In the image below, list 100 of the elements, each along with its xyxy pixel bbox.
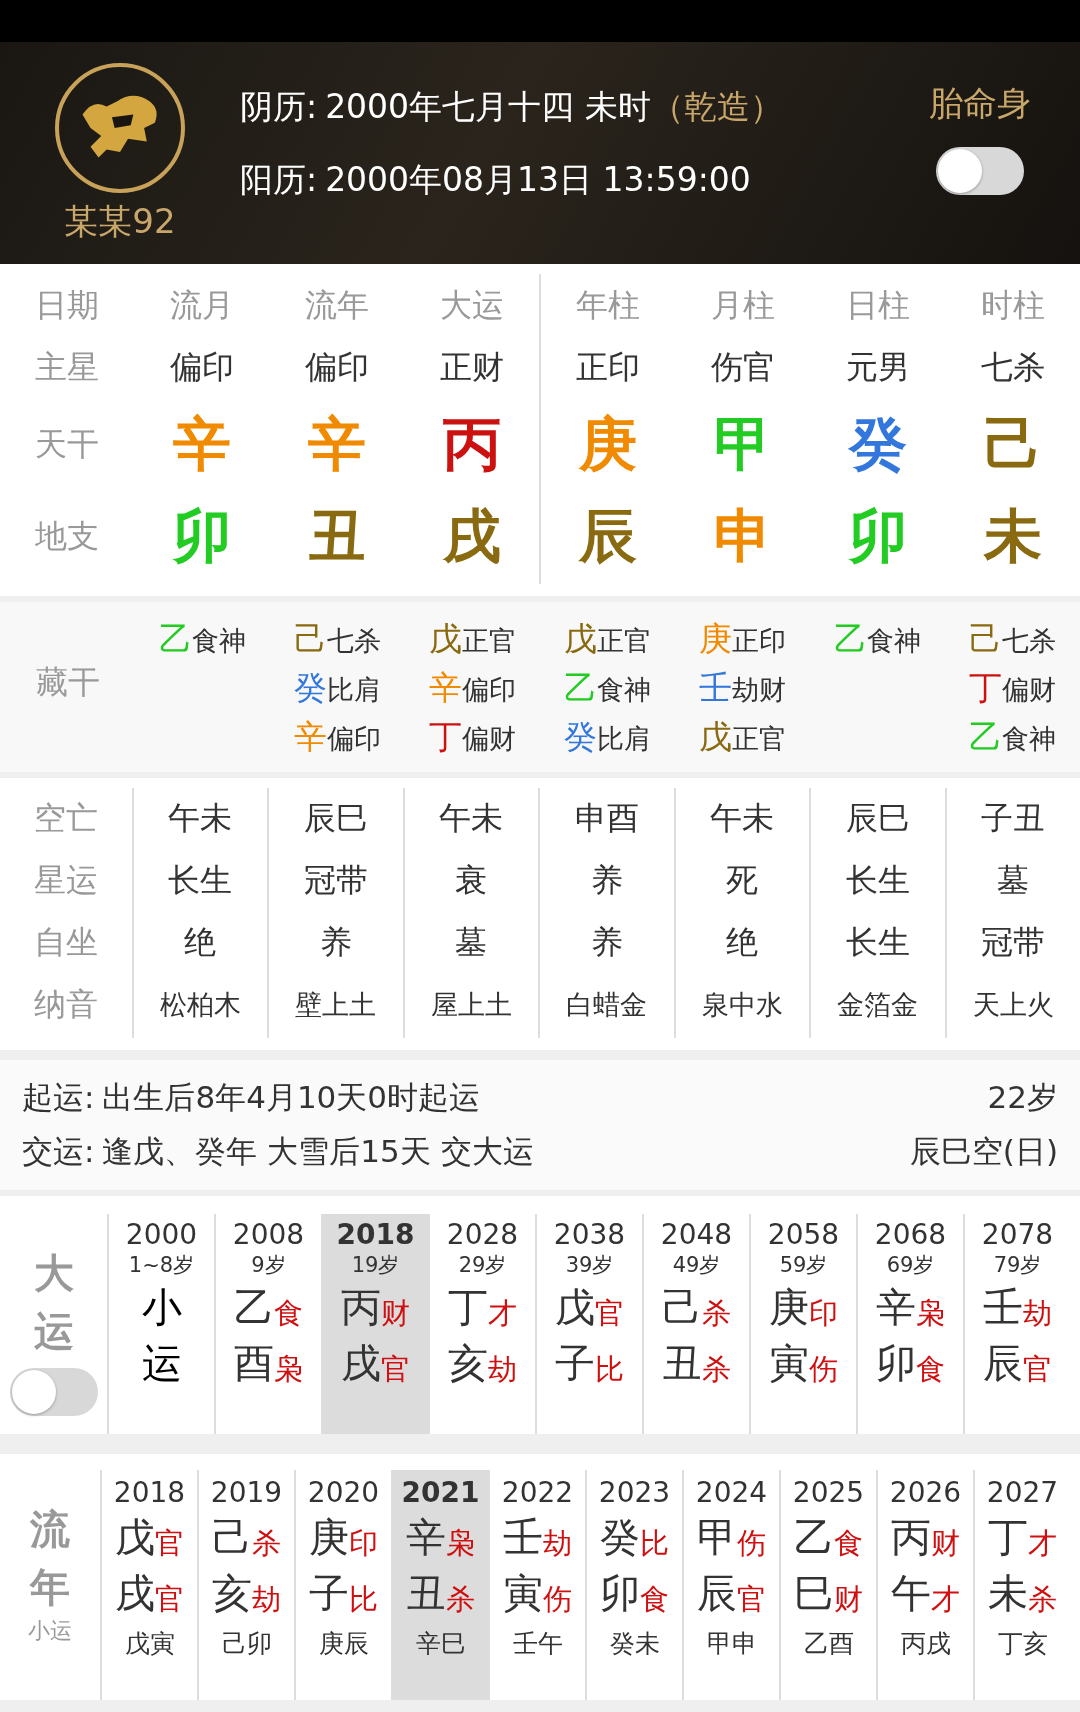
table-cell-text: 午未: [167, 798, 234, 839]
branch-char: 未: [983, 501, 1042, 572]
ten-god-text: 财: [834, 1581, 863, 1618]
ten-god-text: 食神: [597, 674, 651, 705]
ten-god-text: 杀: [446, 1581, 475, 1618]
luck-period-cell[interactable]: 2078 79岁 壬劫 辰官: [963, 1214, 1070, 1434]
ten-god-text: 杀: [252, 1525, 281, 1562]
info-text: 出生后8年4月10天0时起运: [102, 1078, 482, 1117]
row-label: 天干: [35, 424, 100, 465]
info-label: 起运:: [22, 1078, 95, 1117]
branch-char: 辰: [983, 1339, 1023, 1388]
luck-period-cell[interactable]: 2028 29岁 丁才 亥劫: [428, 1214, 535, 1434]
ten-god-text: 比肩: [327, 674, 381, 705]
ten-god-text: 正官: [462, 625, 516, 656]
gender-tag: （乾造）: [650, 87, 783, 126]
stem-char: 庚: [579, 409, 638, 480]
year-cell[interactable]: 2021 辛枭 丑杀 辛巳: [391, 1470, 488, 1700]
stem-char: 乙: [834, 619, 867, 658]
ten-god-text: 官: [595, 1295, 624, 1332]
ten-god-text: 七杀: [1002, 625, 1056, 656]
stem-char: 丁: [429, 717, 462, 756]
ten-god-text: 官: [381, 1351, 410, 1388]
row-label: 星运: [32, 860, 99, 901]
ten-god-text: 印: [349, 1525, 378, 1562]
ten-god-text: 七杀: [980, 347, 1045, 388]
minor-luck-text: 癸未: [609, 1628, 660, 1660]
year-text: 2020: [307, 1476, 380, 1509]
luck-period-cell[interactable]: 2038 39岁 戊官 子比: [535, 1214, 642, 1434]
ten-god-text: 食神: [192, 625, 246, 656]
ten-god-text: 食神: [1002, 723, 1056, 754]
row-label: 地支: [35, 516, 100, 557]
stem-char: 癸: [564, 717, 597, 756]
table-cell-text: 长生: [844, 860, 911, 901]
luck-period-cell[interactable]: 2068 69岁 辛枭 卯食: [856, 1214, 963, 1434]
info-label: 交运:: [22, 1132, 95, 1171]
age-text: 29岁: [458, 1252, 507, 1279]
ten-god-text: 正印: [732, 625, 786, 656]
table-cell-text: 白蜡金: [565, 988, 649, 1022]
year-cell[interactable]: 2018 戊官 戌官 戊寅: [100, 1470, 197, 1700]
branch-char: 丑: [307, 501, 366, 572]
table-cell-text: 衰: [454, 860, 489, 901]
ten-god-text: 财: [381, 1295, 410, 1332]
table-cell-text: 辰巳: [302, 798, 369, 839]
stem-char: 戊: [429, 619, 462, 658]
section-title: 运: [33, 1307, 74, 1356]
table-cell-text: 天上火: [971, 988, 1055, 1022]
table-cell-text: 泉中水: [700, 988, 784, 1022]
table-cell-text: 死: [725, 860, 760, 901]
column-header: 月柱: [711, 285, 776, 326]
ten-god-text: 七杀: [327, 625, 381, 656]
ten-god-text: 劫财: [732, 674, 786, 705]
minor-luck-text: 戊寅: [124, 1628, 175, 1660]
year-text: 2028: [446, 1218, 519, 1251]
stem-char: 辛: [307, 409, 366, 480]
year-text: 2023: [598, 1476, 671, 1509]
info-text: 逢戊、癸年 大雪后15天 交大运: [102, 1132, 535, 1171]
emblem-icon: [53, 61, 187, 195]
ten-god-text: 正印: [576, 347, 641, 388]
stem-char: 乙: [794, 1513, 834, 1562]
minor-luck-text: 庚辰: [318, 1628, 369, 1660]
branch-char: 运: [141, 1339, 182, 1388]
column-header: 日柱: [845, 285, 910, 326]
year-cell[interactable]: 2019 己 杀 亥劫 己卯: [197, 1470, 294, 1700]
section-subtitle: 小运: [28, 1617, 72, 1645]
stem-char: 乙: [564, 668, 597, 707]
branch-char: 亥: [212, 1569, 252, 1618]
stem-char: 癸: [600, 1513, 640, 1562]
year-cell[interactable]: 2025 乙食 巳财 乙酉: [779, 1470, 876, 1700]
year-text: 2025: [792, 1476, 865, 1509]
year-cell[interactable]: 2023 癸比 卯食 癸未: [585, 1470, 682, 1700]
year-cell[interactable]: 2024 甲 伤 辰官 甲申: [682, 1470, 779, 1700]
branch-char: 戌: [115, 1569, 155, 1618]
year-text: 2038: [553, 1218, 626, 1251]
stem-char: 癸: [848, 409, 907, 480]
ten-god-text: 官: [155, 1581, 184, 1618]
luck-period-cell[interactable]: 2058 59岁 庚印 寅伤: [749, 1214, 856, 1434]
table-cell-text: 午未: [438, 798, 505, 839]
ten-god-text: 枭: [446, 1525, 475, 1562]
column-header: 年柱: [576, 285, 641, 326]
year-cell[interactable]: 2022 壬劫 寅伤 壬午: [488, 1470, 585, 1700]
branch-char: 丑: [406, 1569, 446, 1618]
branch-char: 寅: [769, 1339, 809, 1388]
minor-luck-text: 丁亥: [997, 1628, 1048, 1660]
table-cell-text: 冠带: [980, 922, 1047, 963]
section-title: 年: [30, 1563, 70, 1612]
year-cell[interactable]: 2027 丁才 未杀 丁亥: [973, 1470, 1070, 1700]
luck-period-cell[interactable]: 2048 49岁 己 杀 丑杀: [642, 1214, 749, 1434]
luck-period-cell[interactable]: 2000 1~8岁 小 运: [107, 1214, 214, 1434]
luck-period-cell[interactable]: 2018 19岁 丙财 戌官: [321, 1214, 428, 1434]
toggle-switch[interactable]: [9, 1368, 98, 1416]
toggle-switch[interactable]: [936, 147, 1024, 195]
ten-god-text: 正财: [439, 347, 504, 388]
ten-god-text: 偏印: [304, 347, 369, 388]
year-cell[interactable]: 2026 丙财 午才 丙戌: [876, 1470, 973, 1700]
age-text: 39岁: [565, 1252, 614, 1279]
ten-god-text: 劫: [543, 1526, 572, 1562]
minor-luck-text: 丙戌: [900, 1628, 951, 1660]
stem-char: 辛: [429, 668, 462, 707]
row-label: 藏干: [35, 662, 100, 703]
ten-god-text: 比: [640, 1525, 669, 1562]
